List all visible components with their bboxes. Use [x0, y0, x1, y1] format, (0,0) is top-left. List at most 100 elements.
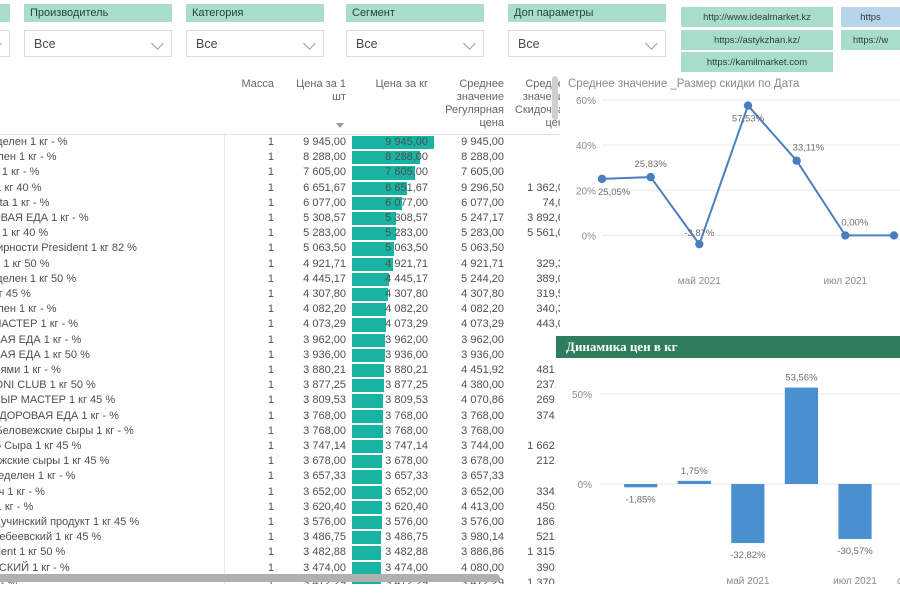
bar-value-label: 1,75% — [681, 466, 708, 477]
cell-mass: 1 — [267, 364, 274, 377]
cell-avg-discount: 390,50 — [536, 561, 560, 574]
slicer-manufacturer-dropdown[interactable]: Все — [24, 30, 172, 57]
table-row[interactable]: НДСКИЙ СЫР МАСТЕР 1 кг 45 % 1 3 809,53 3 80… — [0, 393, 560, 409]
cell-avg-discount: 3 892,60 — [527, 212, 560, 225]
cell-avg-regular: 8 288,00 — [461, 151, 504, 164]
slicer-category-value: Все — [196, 36, 218, 51]
cell-avg-regular: 9 945,00 — [461, 136, 504, 148]
table-row[interactable]: ЫЙ LAMBONI CLUB 1 кг 50 % 1 3 877,25 3 877,… — [0, 378, 560, 394]
table-row[interactable]: АЛЬД Клуб Сыра 1 кг 45 % 1 3 747,14 3 747,1… — [0, 439, 560, 455]
slicer-extra-params[interactable]: Доп параметры Все — [508, 4, 666, 57]
kg-price-bar — [352, 470, 383, 484]
table-row[interactable]: ЭДВАРД Щучинский продукт 1 кг 45 % 1 3 576… — [0, 515, 560, 531]
kg-price-bar — [352, 485, 383, 499]
cell-avg-discount: 74,00 — [542, 196, 560, 209]
cell-unit-price: 3 486,75 — [303, 531, 346, 544]
url-button-idealmarket[interactable]: http://www.idealmarket.kz — [681, 7, 833, 27]
cell-product-name: определен 1 кг - % — [0, 165, 225, 181]
table-row[interactable]: ОТ Беловежские сыры 1 кг 45 % 1 3 678,00 3 … — [0, 454, 560, 470]
table-row[interactable]: ОМСКОЙ Беловежские сыры 1 кг - % 1 3 768,0… — [0, 423, 560, 440]
slicer-manufacturer[interactable]: Производитель Все — [24, 4, 172, 57]
cell-avg-regular: 4 082,20 — [461, 303, 504, 316]
url-button-partial-right[interactable]: https://w — [841, 30, 900, 50]
cell-mass: 1 — [267, 333, 274, 346]
price-dynamics-bar-chart-visual[interactable]: Динамика цен в кг 0% 50% -1,85% 1,75% -32,82… — [556, 336, 900, 600]
table-body: Й Не определен 1 кг - % 1 9 945,00 9 945,00… — [0, 134, 560, 584]
kg-price-bar — [352, 379, 384, 393]
cell-kg-price-label: 4 082,20 — [385, 303, 428, 316]
cell-avg-discount: 319,50 — [536, 288, 560, 301]
cell-avg-regular: 3 744,00 — [461, 440, 504, 453]
table-row[interactable]: Не определен 1 кг - % 1 8 288,00 8 288,00 8 … — [0, 150, 560, 166]
table-row[interactable]: СВАЛЯ 1 кг 45 % 1 4 307,80 4 307,80 4 307,80… — [0, 287, 560, 303]
table-row[interactable]: АН Mlekovita 1 кг - % 1 6 077,00 6 077,00 6 … — [0, 195, 560, 212]
kg-price-bar — [352, 409, 384, 423]
price-table: Масса Цена за 1 шт Цена за кг Среднее зн… — [0, 72, 560, 584]
cell-avg-discount: 269,29 — [536, 394, 560, 407]
table-row[interactable]: АН Laime 1 кг 40 % 1 6 651,67 6 651,67 9 296… — [0, 180, 560, 196]
slicer-partial-left-dropdown[interactable] — [0, 30, 10, 57]
col-header-mass[interactable]: Масса — [224, 72, 280, 135]
table-vertical-scrollbar[interactable] — [552, 76, 558, 120]
table-row[interactable]: определен 1 кг - % 1 7 605,00 7 605,00 7 605… — [0, 165, 560, 181]
cell-mass: 1 — [267, 379, 274, 392]
cell-mass: 1 — [267, 181, 274, 194]
url-button-kamilmarket[interactable]: https://kamilmarket.com — [681, 52, 833, 72]
cell-kg-price: 3 768,00 — [352, 424, 434, 439]
cell-kg-price: 3 678,00 — [352, 454, 434, 469]
url-button-blue-partial[interactable]: https — [841, 7, 900, 27]
col-header-name[interactable] — [0, 72, 224, 135]
table-row[interactable]: Не определен 1 кг - % 1 4 082,20 4 082,20 4 … — [0, 302, 560, 318]
slicer-extra-params-dropdown[interactable]: Все — [508, 30, 666, 57]
cell-avg-regular: 5 247,17 — [461, 212, 504, 225]
table-row[interactable]: ИЙ Не определен 1 кг - % 1 3 657,33 3 657,3… — [0, 469, 560, 485]
table-row[interactable]: Й Не определен 1 кг - % 1 9 945,00 9 945,00… — [0, 134, 560, 151]
table-row[interactable]: кий СЫР МАСТЕР 1 кг - % 1 4 073,29 4 073,29… — [0, 317, 560, 333]
chevron-down-icon — [464, 37, 477, 50]
cell-mass: 1 — [267, 272, 274, 285]
cell-kg-price: 3 482,88 — [352, 545, 434, 560]
table-row[interactable]: ан Dziugas 1 кг 40 % 1 5 283,00 5 283,00 5 2… — [0, 226, 560, 242]
table-row[interactable]: АН ЗДОРОВАЯ ЕДА 1 кг - % 1 5 308,57 5 308,5… — [0, 211, 560, 227]
slicer-segment[interactable]: Сегмент Все — [346, 4, 484, 57]
url-button-astykzhan[interactable]: https://astykzhan.kz/ — [681, 30, 833, 50]
table-row[interactable]: РНЫЙ Белебеевский 1 кг 45 % 1 3 486,75 3 48… — [0, 530, 560, 546]
cell-product-name: ИЙ Не определен 1 кг - % — [0, 469, 225, 485]
table-row[interactable]: Й ЗДОРОВАЯ ЕДА 1 кг - % 1 3 962,00 3 962,00… — [0, 332, 560, 348]
table-horizontal-scrollbar[interactable] — [0, 574, 500, 582]
table-row[interactable]: ский President 1 кг 50 % 1 3 482,88 3 482,8… — [0, 545, 560, 561]
slicer-segment-dropdown[interactable]: Все — [346, 30, 484, 57]
cell-avg-regular: 3 576,00 — [461, 516, 504, 529]
kg-price-bar — [352, 455, 383, 469]
table-row[interactable]: Й Не определен 1 кг 50 % 1 4 445,17 4 445,1… — [0, 271, 560, 288]
cell-product-name: РНЫЙ Белебеевский 1 кг 45 % — [0, 530, 225, 546]
table-row[interactable]: НДСКИЙ ЗДОРОВАЯ ЕДА 1 кг - % 1 3 768,00 3 7… — [0, 408, 560, 424]
table-row[interactable]: нтон Палыч 1 кг - % 1 3 652,00 3 652,00 3 65… — [0, 484, 560, 500]
kg-price-bar — [352, 394, 384, 408]
cell-product-name: высокой жирности President 1 кг 82 % — [0, 241, 225, 257]
table-row[interactable]: И Сыр Салями 1 кг - % 1 3 880,21 3 880,21 4 … — [0, 363, 560, 379]
cell-product-name: ский President 1 кг 50 % — [0, 545, 225, 561]
price-table-visual[interactable]: Масса Цена за 1 шт Цена за кг Среднее зн… — [0, 72, 560, 584]
cell-unit-price: 3 880,21 — [303, 364, 346, 377]
table-row[interactable]: высокой жирности President 1 кг 82 % 1 5 0… — [0, 241, 560, 257]
col-header-unit-price[interactable]: Цена за 1 шт — [280, 72, 352, 135]
table-row[interactable]: Й ЗДОРОВАЯ ЕДА 1 кг 50 % 1 3 936,00 3 936,0… — [0, 347, 560, 364]
cell-unit-price: 3 962,00 — [303, 333, 346, 346]
slicer-partial-left[interactable] — [0, 4, 10, 57]
cell-avg-discount: 186,00 — [536, 516, 560, 529]
col-header-kg-price[interactable]: Цена за кг — [352, 72, 434, 135]
x-axis-tick-label: июл 2021 — [833, 576, 877, 587]
cell-avg-discount: 1 370,33 — [527, 576, 560, 584]
cell-kg-price: 7 605,00 — [352, 165, 434, 180]
cell-product-name: нтон Палыч 1 кг - % — [0, 484, 225, 500]
discount-line-chart-visual[interactable]: Среднее значение _Размер скидки по Дата … — [560, 72, 900, 302]
cell-kg-price: 3 620,40 — [352, 500, 434, 515]
col-header-avg-regular[interactable]: Среднее значение Регулярная цена — [434, 72, 510, 135]
table-row[interactable]: Й СВАЛЯ 1 кг - % 1 3 620,40 3 620,40 4 413,0… — [0, 499, 560, 516]
table-row[interactable]: ый Ламбер 1 кг 50 % 1 4 921,71 4 921,71 4 92… — [0, 256, 560, 272]
slicer-category-dropdown[interactable]: Все — [186, 30, 324, 57]
kg-price-bar — [352, 318, 386, 332]
slicer-category[interactable]: Категория Все — [186, 4, 324, 57]
cell-unit-price: 3 482,88 — [303, 546, 346, 559]
